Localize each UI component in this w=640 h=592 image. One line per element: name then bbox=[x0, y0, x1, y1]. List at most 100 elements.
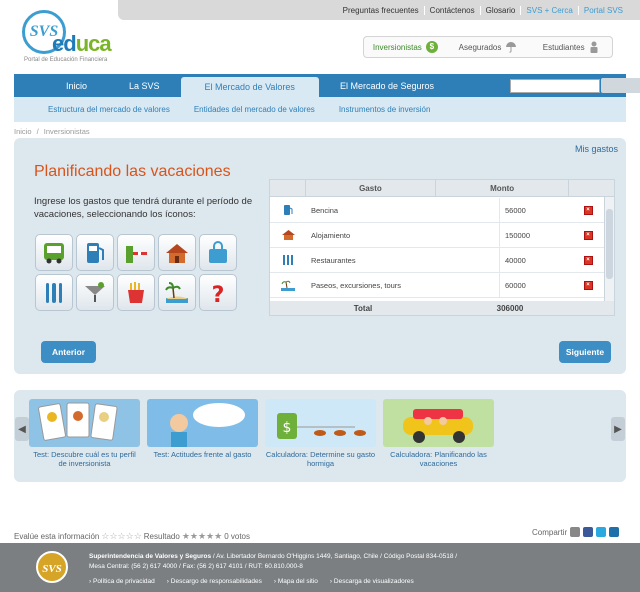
site-logo[interactable]: SVS educa Portal de Educación Financiera bbox=[22, 10, 122, 65]
result-label: Resultado bbox=[143, 532, 180, 541]
mis-gastos-link[interactable]: Mis gastos bbox=[575, 144, 618, 154]
svs-cerca-link[interactable]: SVS + Cerca bbox=[520, 5, 577, 15]
subnav-instrumentos[interactable]: Instrumentos de inversión bbox=[339, 105, 431, 114]
nav-la-svs[interactable]: La SVS bbox=[108, 74, 181, 97]
share-label: Compartir bbox=[532, 527, 568, 537]
table-scrollbar[interactable] bbox=[604, 197, 614, 303]
delete-icon[interactable]: × bbox=[583, 205, 593, 215]
faq-link[interactable]: Preguntas frecuentes bbox=[338, 6, 424, 15]
carousel-item[interactable]: $ Calculadora: Determine su gasto hormig… bbox=[265, 399, 376, 469]
profile-asegurados[interactable]: Asegurados bbox=[447, 41, 530, 53]
footer-org: Superintendencia de Valores y Seguros bbox=[89, 553, 212, 560]
nav-inicio[interactable]: Inicio bbox=[14, 74, 108, 97]
footer-link-viewers[interactable]: › Descarga de visualizadores bbox=[330, 578, 414, 585]
star-icon: ☆ bbox=[133, 531, 142, 541]
vacation-car-illustration bbox=[383, 399, 494, 447]
footer-link-disclaimer[interactable]: › Descargo de responsabilidades bbox=[167, 578, 262, 585]
result-stars: ★★★★★ bbox=[182, 531, 222, 542]
total-label: Total bbox=[353, 303, 373, 313]
svg-text:$: $ bbox=[283, 420, 292, 436]
carousel-item-label[interactable]: Calculadora: Determine su gasto hormiga bbox=[265, 450, 376, 469]
footer-logo[interactable]: SVS bbox=[36, 551, 68, 583]
previous-button[interactable]: Anterior bbox=[41, 341, 96, 363]
toll-gate-icon[interactable] bbox=[117, 234, 155, 271]
portal-svs-link[interactable]: Portal SVS bbox=[577, 5, 628, 15]
carousel-prev-arrow[interactable]: ◀ bbox=[15, 417, 29, 441]
bus-icon[interactable] bbox=[35, 234, 73, 271]
breadcrumb: Inicio / Inversionistas bbox=[14, 127, 90, 136]
row-amount[interactable]: 40000 bbox=[499, 248, 571, 272]
row-amount[interactable]: 56000 bbox=[499, 198, 571, 222]
search-input[interactable] bbox=[510, 79, 600, 93]
carousel-item[interactable]: Calculadora: Planificando las vacaciones bbox=[383, 399, 494, 469]
carousel-item-label[interactable]: Test: Actitudes frente al gasto bbox=[147, 450, 258, 459]
glossary-link[interactable]: Glosario bbox=[479, 5, 521, 15]
subnav-estructura[interactable]: Estructura del mercado de valores bbox=[48, 105, 170, 114]
footer-link-privacy[interactable]: › Política de privacidad bbox=[89, 578, 155, 585]
table-row: Restaurantes 40000 × bbox=[270, 248, 614, 273]
star-icon: ★ bbox=[206, 531, 215, 541]
fuel-pump-icon[interactable] bbox=[76, 234, 114, 271]
row-amount[interactable]: 150000 bbox=[499, 223, 571, 247]
star-icon: ★ bbox=[189, 531, 198, 541]
search-button[interactable] bbox=[601, 78, 640, 93]
svg-text:?: ? bbox=[212, 283, 225, 306]
facebook-icon[interactable] bbox=[583, 527, 594, 537]
dollar-icon: $ bbox=[425, 41, 438, 53]
email-icon[interactable] bbox=[570, 527, 581, 537]
fuel-pump-icon bbox=[284, 205, 293, 215]
table-row: Bencina 56000 × bbox=[270, 198, 614, 223]
carousel-next-arrow[interactable]: ▶ bbox=[611, 417, 625, 441]
table-row: Paseos, excursiones, tours 60000 × bbox=[270, 273, 614, 298]
house-icon bbox=[281, 230, 295, 240]
beach-icon[interactable] bbox=[158, 274, 196, 311]
delete-icon[interactable]: × bbox=[583, 230, 593, 240]
rating-bar: Evalúe esta información ☆☆☆☆☆ Resultado … bbox=[14, 531, 250, 542]
utility-bar: Preguntas frecuentes Contáctenos Glosari… bbox=[118, 0, 640, 20]
logo-subtitle: Portal de Educación Financiera bbox=[24, 57, 108, 63]
linkedin-icon[interactable] bbox=[609, 527, 620, 537]
twitter-icon[interactable] bbox=[596, 527, 607, 537]
expense-table: Gasto Monto Bencina 56000 × Alojamiento … bbox=[269, 179, 615, 316]
nav-mercado-valores[interactable]: El Mercado de Valores bbox=[180, 77, 319, 97]
fries-icon[interactable] bbox=[117, 274, 155, 311]
row-amount[interactable]: 60000 bbox=[499, 273, 571, 297]
star-icon: ★ bbox=[214, 531, 223, 541]
contact-link[interactable]: Contáctenos bbox=[423, 5, 480, 15]
table-total-row: Total 306000 bbox=[270, 301, 614, 315]
delete-icon[interactable]: × bbox=[583, 280, 593, 290]
footer-contact: Mesa Central: (56 2) 617 4000 / Fax: (56… bbox=[89, 563, 303, 571]
header-monto: Monto bbox=[436, 180, 570, 196]
star-icon: ☆ bbox=[125, 531, 134, 541]
profile-estudiantes[interactable]: Estudiantes bbox=[529, 41, 612, 53]
question-icon[interactable]: ? bbox=[199, 274, 237, 311]
subnav-entidades[interactable]: Entidades del mercado de valores bbox=[194, 105, 315, 114]
carousel-item[interactable]: Test: Descubre cuál es tu perfil de inve… bbox=[29, 399, 140, 469]
table-header: Gasto Monto bbox=[270, 180, 614, 197]
cocktail-icon[interactable] bbox=[76, 274, 114, 311]
profile-inversionistas[interactable]: Inversionistas $ bbox=[364, 41, 447, 53]
instructions: Ingrese los gastos que tendrá durante el… bbox=[34, 196, 253, 221]
nav-mercado-seguros[interactable]: El Mercado de Seguros bbox=[319, 74, 455, 97]
header-gasto: Gasto bbox=[306, 180, 437, 196]
star-icon: ☆ bbox=[109, 531, 118, 541]
carousel-item-label[interactable]: Test: Descubre cuál es tu perfil de inve… bbox=[29, 450, 140, 469]
delete-icon[interactable]: × bbox=[583, 255, 593, 265]
next-button[interactable]: Siguiente bbox=[559, 341, 611, 363]
row-name: Restaurantes bbox=[311, 255, 356, 265]
expense-planner-panel: Mis gastos Planificando las vacaciones I… bbox=[14, 138, 626, 374]
cutlery-icon[interactable] bbox=[35, 274, 73, 311]
rating-stars[interactable]: ☆☆☆☆☆ bbox=[101, 531, 141, 542]
student-icon bbox=[590, 41, 598, 53]
shopping-bag-icon[interactable] bbox=[199, 234, 237, 271]
house-icon[interactable] bbox=[158, 234, 196, 271]
rating-label: Evalúe esta información bbox=[14, 532, 100, 541]
breadcrumb-home[interactable]: Inicio bbox=[14, 127, 32, 136]
share-bar: Compartir bbox=[532, 527, 620, 537]
carousel-item-label[interactable]: Calculadora: Planificando las vacaciones bbox=[383, 450, 494, 469]
cutlery-icon bbox=[283, 255, 293, 265]
footer-link-sitemap[interactable]: › Mapa del sitio bbox=[274, 578, 318, 585]
cards-illustration bbox=[29, 399, 140, 447]
main-nav: Inicio La SVS El Mercado de Valores El M… bbox=[14, 74, 640, 97]
carousel-item[interactable]: Test: Actitudes frente al gasto bbox=[147, 399, 258, 459]
